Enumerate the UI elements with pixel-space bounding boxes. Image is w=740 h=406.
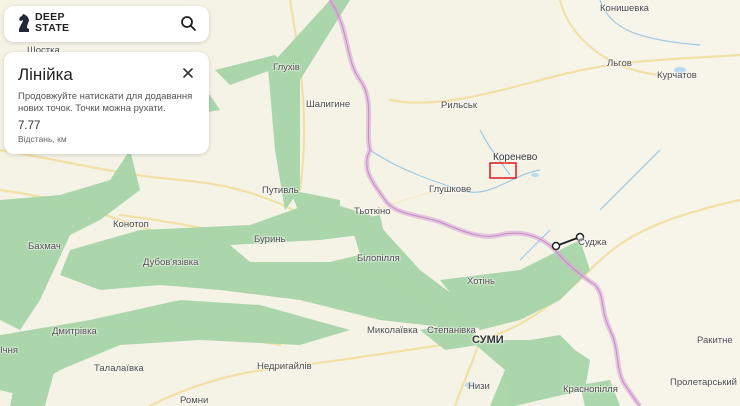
place-label: Ракитне [697,335,733,346]
place-label: Бахмач [28,241,61,252]
place-label: Буринь [254,234,286,245]
place-label: Коренево [493,152,538,163]
place-label: Тьоткіно [354,206,391,217]
panel-title: Лінійка [18,65,73,84]
distance-label: Відстань, км [18,134,67,144]
ruler-point-start[interactable] [551,241,561,251]
place-label: Низи [468,381,490,392]
place-label: Шалигине [306,99,351,110]
place-label: Степанівка [427,325,476,336]
place-label: Пролетарський [670,377,737,388]
place-label: Ромни [180,395,209,406]
place-label: Недригайлів [257,361,312,372]
place-label: Ічня [0,345,18,356]
place-label: Дмитрівка [52,326,97,337]
place-label: Суджа [578,237,607,248]
search-icon[interactable] [179,14,199,34]
place-label: Рильськ [441,100,477,111]
knight-logo-icon [19,14,29,32]
place-label: Миколаївка [367,325,418,336]
place-label: Білопілля [357,253,400,264]
ruler-hint: Продовжуйте натискати для додавання нови… [18,91,193,114]
place-label: Льгов [607,58,632,69]
close-icon[interactable] [181,66,195,80]
place-label: Путивль [262,185,299,196]
app-logo[interactable]: DEEP STATE [17,12,69,34]
place-label: Талалаївка [94,363,144,374]
ruler-panel: Лінійка Продовжуйте натискати для додава… [4,52,209,154]
top-bar: DEEP STATE [4,6,209,42]
logo-line2: STATE [35,22,70,34]
place-label: Дубов'язівка [143,257,199,268]
place-label: Конишевка [600,3,649,14]
place-label: Конотоп [113,219,149,230]
place-label: Краснопілля [563,384,618,395]
place-label: СУМИ [472,334,504,346]
distance-value: 7.77 [18,120,41,132]
place-label: Глухів [273,62,300,73]
place-label: Курчатов [657,70,697,81]
place-label: Хотінь [467,276,495,287]
place-label: Глушкове [429,184,472,195]
